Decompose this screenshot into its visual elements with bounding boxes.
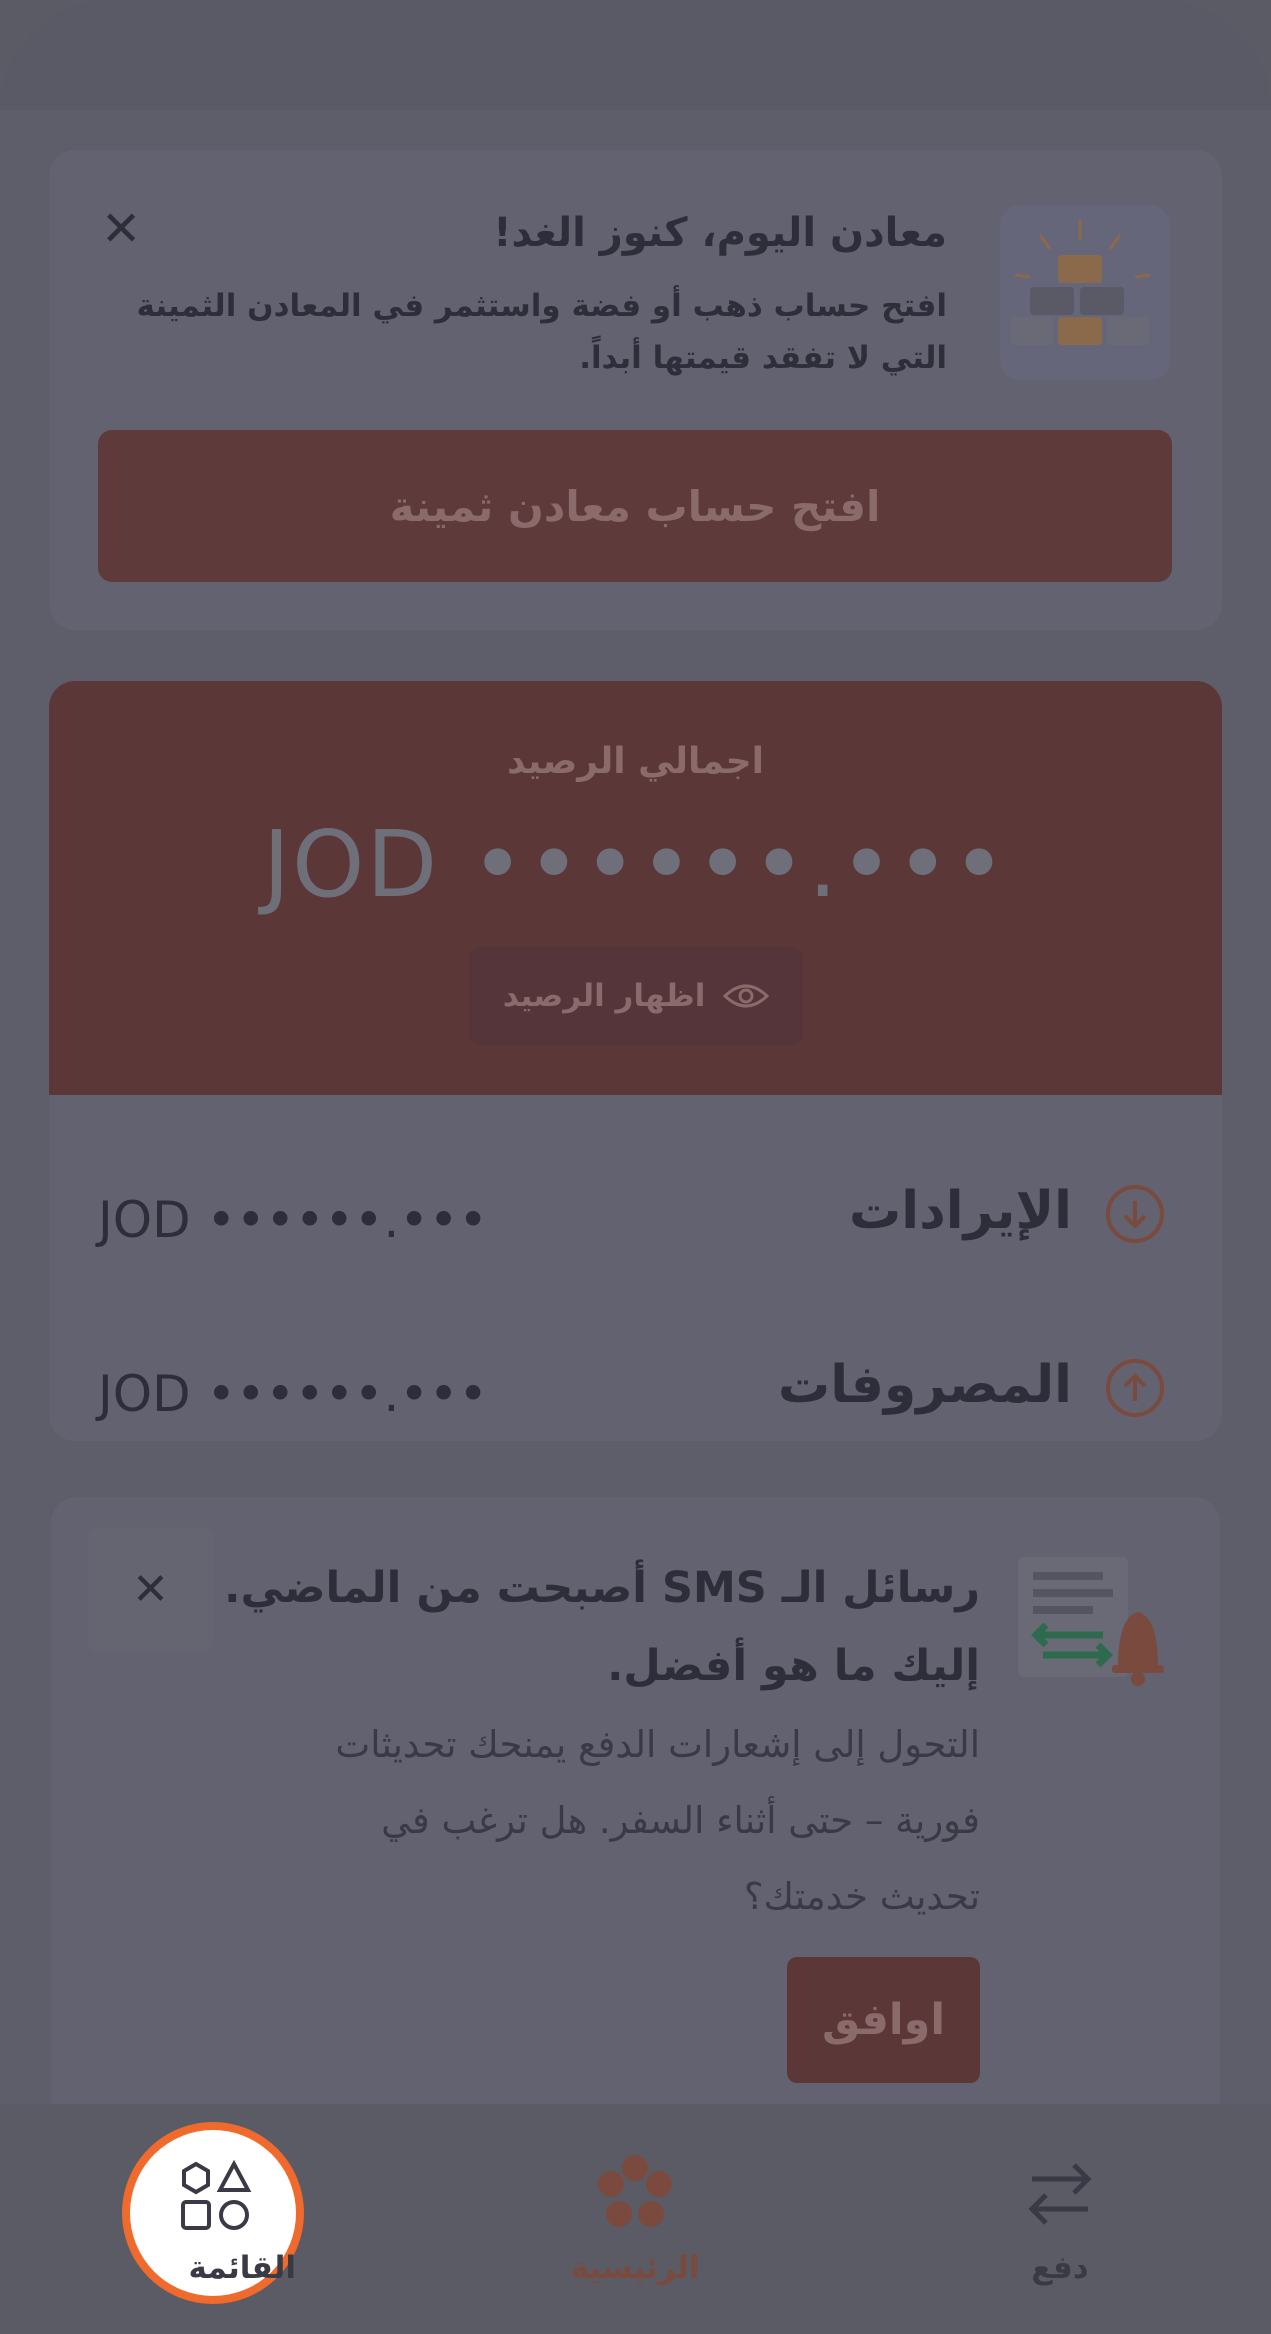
notification-bell-illustration (1018, 1557, 1164, 1686)
income-amount: JOD ••••••.••• (98, 1191, 488, 1249)
metals-description-line1: افتح حساب ذهب أو فضة واستثمر في المعادن … (136, 288, 947, 324)
sms-description: التحول إلى إشعارات الدفع يمنحك تحديثات ف… (220, 1707, 980, 1935)
sms-description-line1: التحول إلى إشعارات الدفع يمنحك تحديثات (335, 1723, 980, 1766)
home-flower-logo-icon (598, 2155, 672, 2227)
arrow-down-circle-icon (1106, 1185, 1164, 1243)
status-bar (0, 0, 1271, 110)
total-balance-label: اجمالي الرصيد (507, 741, 764, 782)
sms-notification-card: رسائل الـ SMS أصبحت من الماضي. إليك ما ه… (51, 1497, 1220, 2197)
income-row[interactable]: الإيرادات JOD ••••••.••• (49, 1151, 1222, 1281)
metals-description: افتح حساب ذهب أو فضة واستثمر في المعادن … (127, 280, 947, 384)
transfer-arrows-icon (1028, 2163, 1092, 2225)
show-balance-label: اظهار الرصيد (502, 978, 706, 1014)
nav-home[interactable]: الرئيسية (525, 2124, 745, 2314)
expenses-row[interactable]: المصروفات JOD ••••••.••• (49, 1325, 1222, 1441)
nav-home-label: الرئيسية (570, 2250, 700, 2286)
expenses-amount: JOD ••••••.••• (98, 1365, 488, 1423)
nav-pay-label: دفع (1031, 2250, 1089, 2286)
app-screen: معادن اليوم، كنوز الغد! افتح حساب ذهب أو… (0, 0, 1271, 2334)
shapes-menu-icon (181, 2159, 252, 2230)
metals-title: معادن اليوم، كنوز الغد! (493, 210, 947, 256)
metals-description-line2: التي لا تفقد قيمتها أبداً. (579, 340, 947, 376)
close-icon: ✕ (132, 1563, 169, 1615)
sms-description-line2: فورية – حتى أثناء السفر. هل ترغب في (381, 1799, 980, 1842)
balance-summary: اجمالي الرصيد JOD ••••••.••• اظهار الرصي… (49, 681, 1222, 1095)
expenses-label: المصروفات (778, 1355, 1072, 1415)
sms-title-line2: إليك ما هو أفضل. (607, 1641, 980, 1691)
sms-title: رسائل الـ SMS أصبحت من الماضي. إليك ما ه… (220, 1549, 980, 1705)
sms-description-line3: تحديث خدمتك؟ (743, 1875, 980, 1918)
gold-bars-illustration (1000, 205, 1170, 380)
sms-close-button[interactable]: ✕ (88, 1527, 213, 1652)
total-balance-amount: JOD ••••••.••• (262, 811, 1009, 918)
open-metals-account-button[interactable]: افتح حساب معادن ثمينة (98, 430, 1172, 582)
nav-menu[interactable]: القائمة (122, 2122, 304, 2304)
agree-button[interactable]: اوافق (787, 1957, 980, 2083)
income-label: الإيرادات (848, 1181, 1072, 1241)
nav-menu-label: القائمة (188, 2250, 296, 2286)
balance-card: اجمالي الرصيد JOD ••••••.••• اظهار الرصي… (49, 681, 1222, 1441)
nav-pay[interactable]: دفع (950, 2124, 1170, 2314)
show-balance-button[interactable]: اظهار الرصيد (469, 947, 803, 1045)
arrow-up-circle-icon (1106, 1359, 1164, 1417)
sms-title-line1: رسائل الـ SMS أصبحت من الماضي. (224, 1563, 980, 1613)
metals-promo-card: معادن اليوم، كنوز الغد! افتح حساب ذهب أو… (49, 150, 1222, 630)
close-icon[interactable]: ✕ (101, 205, 141, 253)
eye-icon (723, 984, 770, 1008)
